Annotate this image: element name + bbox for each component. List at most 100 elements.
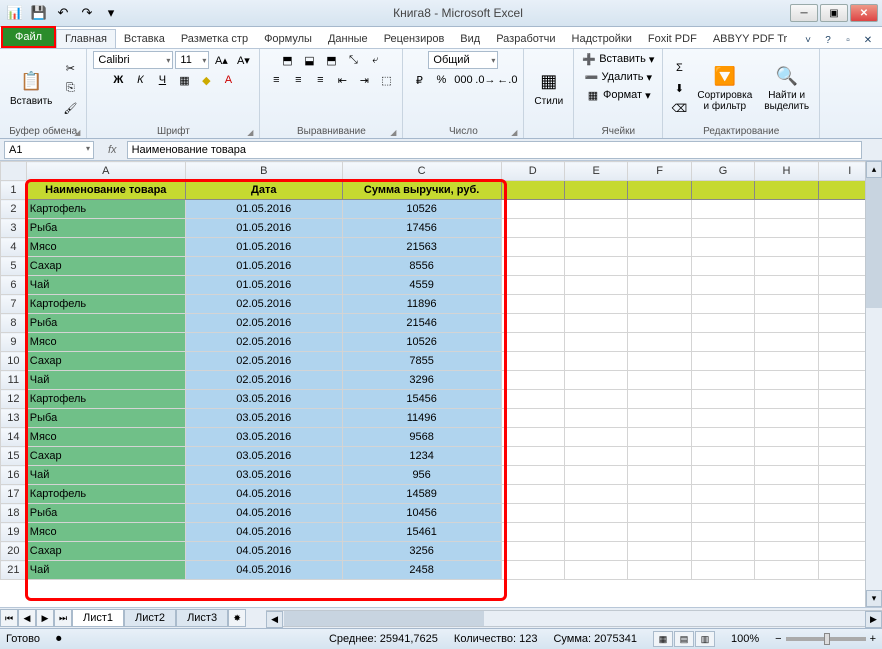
scroll-left-icon[interactable]: ◀ — [266, 611, 283, 628]
sheet-tab-3[interactable]: Лист3 — [176, 609, 228, 627]
cell-empty[interactable] — [691, 238, 754, 257]
save-icon[interactable]: 💾 — [28, 2, 50, 24]
cell-name[interactable]: Мясо — [26, 333, 185, 352]
fill-color-icon[interactable]: ◆ — [196, 71, 216, 89]
cell-empty[interactable] — [628, 504, 691, 523]
cell-date[interactable]: 02.05.2016 — [185, 352, 342, 371]
cell-date[interactable]: 03.05.2016 — [185, 447, 342, 466]
cell-empty[interactable] — [501, 314, 564, 333]
cell-empty[interactable] — [564, 352, 627, 371]
cell-empty[interactable] — [691, 352, 754, 371]
scroll-right-icon[interactable]: ▶ — [865, 611, 882, 628]
cell-name[interactable]: Картофель — [26, 295, 185, 314]
cell-empty[interactable] — [501, 561, 564, 580]
cell-name[interactable]: Чай — [26, 466, 185, 485]
cell-empty[interactable] — [501, 542, 564, 561]
sort-filter-button[interactable]: 🔽 Сортировка и фильтр — [693, 62, 756, 114]
close-button[interactable]: ✕ — [850, 4, 878, 22]
cell-empty[interactable] — [691, 504, 754, 523]
cell-empty[interactable] — [501, 409, 564, 428]
align-right-icon[interactable]: ≡ — [310, 71, 330, 89]
cell-empty[interactable] — [501, 238, 564, 257]
vertical-scrollbar[interactable]: ▴ ▾ — [865, 161, 882, 607]
cell-name[interactable]: Чай — [26, 276, 185, 295]
cell-sum[interactable]: 10456 — [342, 504, 501, 523]
cell-header[interactable]: Дата — [185, 181, 342, 200]
cell-empty[interactable] — [628, 276, 691, 295]
cell-date[interactable]: 04.05.2016 — [185, 542, 342, 561]
formula-input[interactable]: Наименование товара — [127, 141, 862, 159]
cell-empty[interactable] — [755, 238, 818, 257]
cell-date[interactable]: 04.05.2016 — [185, 523, 342, 542]
row-header-9[interactable]: 9 — [1, 333, 27, 352]
cell-header[interactable]: Наименование товара — [26, 181, 185, 200]
cell-empty[interactable] — [564, 504, 627, 523]
cell-empty[interactable] — [628, 485, 691, 504]
cell-empty[interactable] — [755, 200, 818, 219]
cell-date[interactable]: 03.05.2016 — [185, 466, 342, 485]
cell-date[interactable]: 03.05.2016 — [185, 409, 342, 428]
cell-empty[interactable] — [755, 409, 818, 428]
row-header-6[interactable]: 6 — [1, 276, 27, 295]
border-icon[interactable]: ▦ — [174, 71, 194, 89]
cell-name[interactable]: Мясо — [26, 238, 185, 257]
cell-name[interactable]: Картофель — [26, 485, 185, 504]
cell-date[interactable]: 01.05.2016 — [185, 257, 342, 276]
cell-name[interactable]: Чай — [26, 561, 185, 580]
cell-name[interactable]: Сахар — [26, 542, 185, 561]
cell-empty[interactable] — [691, 390, 754, 409]
zoom-out-icon[interactable]: − — [775, 633, 781, 645]
zoom-in-icon[interactable]: + — [870, 633, 876, 645]
alignment-launcher-icon[interactable]: ◢ — [390, 128, 396, 137]
row-header-11[interactable]: 11 — [1, 371, 27, 390]
row-header-15[interactable]: 15 — [1, 447, 27, 466]
col-header-C[interactable]: C — [342, 162, 501, 181]
row-header-1[interactable]: 1 — [1, 181, 27, 200]
cell-empty[interactable] — [501, 371, 564, 390]
cell-empty[interactable] — [501, 523, 564, 542]
paste-button[interactable]: 📋 Вставить — [6, 68, 56, 109]
cell-empty[interactable] — [564, 466, 627, 485]
row-header-12[interactable]: 12 — [1, 390, 27, 409]
cell-date[interactable]: 01.05.2016 — [185, 219, 342, 238]
cell-name[interactable]: Сахар — [26, 447, 185, 466]
cell-empty[interactable] — [564, 447, 627, 466]
help-icon[interactable]: ? — [820, 32, 836, 48]
font-launcher-icon[interactable]: ◢ — [247, 128, 253, 137]
close-workbook-icon[interactable]: ✕ — [860, 32, 876, 48]
cell-empty[interactable] — [564, 542, 627, 561]
cell-empty[interactable] — [755, 371, 818, 390]
font-name-combo[interactable]: Calibri — [93, 51, 173, 69]
view-pagebreak-icon[interactable]: ▥ — [695, 631, 715, 647]
redo-icon[interactable]: ↷ — [76, 2, 98, 24]
col-header-E[interactable]: E — [564, 162, 627, 181]
cell-date[interactable]: 02.05.2016 — [185, 333, 342, 352]
cell-empty[interactable] — [691, 409, 754, 428]
cell-empty[interactable] — [628, 352, 691, 371]
cell-sum[interactable]: 9568 — [342, 428, 501, 447]
tab-view[interactable]: Вид — [452, 30, 488, 48]
copy-icon[interactable]: ⎘ — [60, 79, 80, 97]
cell-empty[interactable] — [628, 561, 691, 580]
insert-cells-button[interactable]: ➕Вставить ▾ — [580, 51, 656, 67]
col-header-A[interactable]: A — [26, 162, 185, 181]
row-header-2[interactable]: 2 — [1, 200, 27, 219]
cell-empty[interactable] — [691, 542, 754, 561]
cell-date[interactable]: 03.05.2016 — [185, 390, 342, 409]
row-header-18[interactable]: 18 — [1, 504, 27, 523]
cell-date[interactable]: 04.05.2016 — [185, 504, 342, 523]
cell-empty[interactable] — [564, 200, 627, 219]
tab-developer[interactable]: Разработчи — [488, 30, 563, 48]
cell-empty[interactable] — [501, 295, 564, 314]
vscroll-thumb[interactable] — [866, 178, 882, 308]
qat-customize-icon[interactable]: ▾ — [100, 2, 122, 24]
row-header-16[interactable]: 16 — [1, 466, 27, 485]
cell-date[interactable]: 04.05.2016 — [185, 561, 342, 580]
cell-empty[interactable] — [628, 542, 691, 561]
row-header-4[interactable]: 4 — [1, 238, 27, 257]
cell-empty[interactable] — [501, 219, 564, 238]
cell-empty[interactable] — [755, 504, 818, 523]
cell-empty[interactable] — [755, 352, 818, 371]
tab-foxit[interactable]: Foxit PDF — [640, 30, 705, 48]
first-sheet-icon[interactable]: ⏮ — [0, 609, 18, 627]
